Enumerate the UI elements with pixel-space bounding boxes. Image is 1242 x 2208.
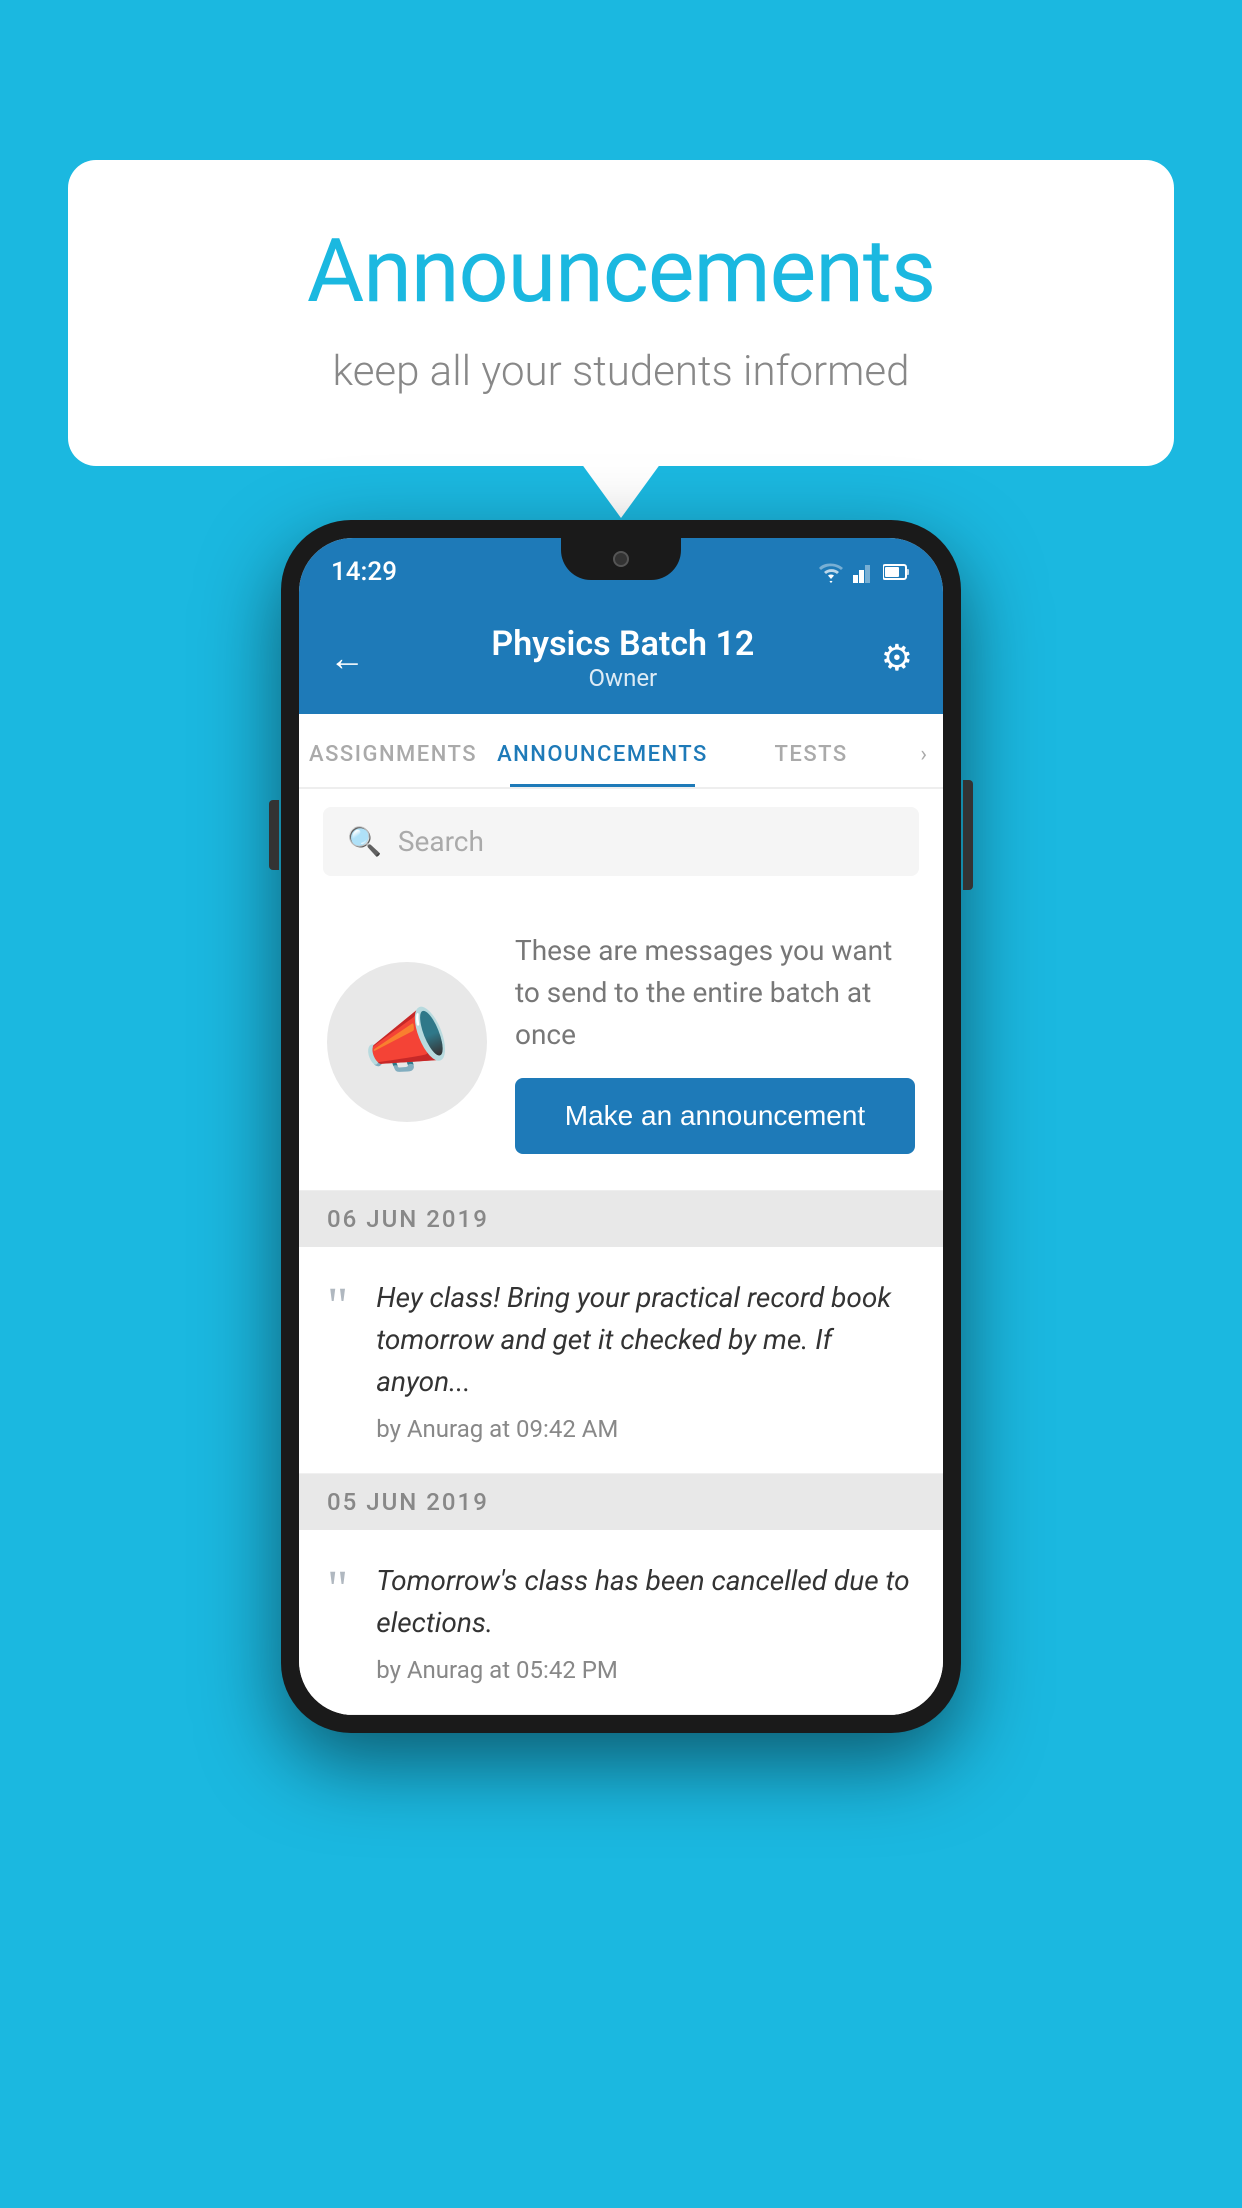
announcement-text-1: Hey class! Bring your practical record b… bbox=[376, 1277, 915, 1403]
make-announcement-button[interactable]: Make an announcement bbox=[515, 1078, 915, 1154]
notch-cutout bbox=[561, 538, 681, 580]
announcement-text-2: Tomorrow's class has been cancelled due … bbox=[376, 1560, 915, 1644]
date-label-2: 05 JUN 2019 bbox=[327, 1488, 489, 1516]
status-bar: 14:29 bbox=[299, 538, 943, 606]
bubble-title: Announcements bbox=[148, 220, 1094, 323]
announcement-content-2: Tomorrow's class has been cancelled due … bbox=[376, 1560, 915, 1684]
tab-assignments[interactable]: ASSIGNMENTS bbox=[299, 714, 487, 787]
settings-icon[interactable]: ⚙ bbox=[881, 637, 913, 679]
search-icon: 🔍 bbox=[347, 825, 382, 858]
announcement-item-2[interactable]: " Tomorrow's class has been cancelled du… bbox=[299, 1530, 943, 1715]
signal-icon bbox=[853, 561, 875, 583]
camera-dot bbox=[613, 551, 629, 567]
tab-tests[interactable]: TESTS bbox=[718, 714, 905, 787]
phone-screen: 14:29 bbox=[299, 538, 943, 1715]
megaphone-icon: 📣 bbox=[363, 1001, 450, 1083]
quote-icon-2: " bbox=[327, 1564, 348, 1616]
date-separator-2: 05 JUN 2019 bbox=[299, 1474, 943, 1530]
header-center: Physics Batch 12 Owner bbox=[491, 624, 754, 692]
battery-icon bbox=[883, 563, 911, 581]
status-time: 14:29 bbox=[331, 557, 397, 587]
tab-announcements[interactable]: ANNOUNCEMENTS bbox=[487, 714, 718, 787]
tabs-bar: ASSIGNMENTS ANNOUNCEMENTS TESTS › bbox=[299, 714, 943, 789]
search-placeholder: Search bbox=[398, 825, 484, 858]
phone-wrapper: 14:29 bbox=[281, 520, 961, 1733]
tab-more[interactable]: › bbox=[904, 714, 943, 787]
search-bar[interactable]: 🔍 Search bbox=[323, 807, 919, 876]
prompt-right: These are messages you want to send to t… bbox=[515, 930, 915, 1154]
speech-bubble-section: Announcements keep all your students inf… bbox=[68, 160, 1174, 466]
back-button[interactable]: ← bbox=[329, 637, 365, 679]
announcement-meta-1: by Anurag at 09:42 AM bbox=[376, 1415, 915, 1443]
quote-icon-1: " bbox=[327, 1281, 348, 1333]
batch-title: Physics Batch 12 bbox=[491, 624, 754, 664]
prompt-description: These are messages you want to send to t… bbox=[515, 930, 915, 1056]
announcement-content-1: Hey class! Bring your practical record b… bbox=[376, 1277, 915, 1443]
speech-bubble: Announcements keep all your students inf… bbox=[68, 160, 1174, 466]
search-container: 🔍 Search bbox=[299, 789, 943, 894]
app-header: ← Physics Batch 12 Owner ⚙ bbox=[299, 606, 943, 714]
announcement-prompt: 📣 These are messages you want to send to… bbox=[299, 894, 943, 1191]
date-separator-1: 06 JUN 2019 bbox=[299, 1191, 943, 1247]
announcement-item-1[interactable]: " Hey class! Bring your practical record… bbox=[299, 1247, 943, 1474]
bubble-subtitle: keep all your students informed bbox=[148, 347, 1094, 396]
wifi-icon bbox=[817, 561, 845, 583]
announcement-meta-2: by Anurag at 05:42 PM bbox=[376, 1656, 915, 1684]
batch-subtitle: Owner bbox=[491, 664, 754, 692]
phone-outer: 14:29 bbox=[281, 520, 961, 1733]
date-label-1: 06 JUN 2019 bbox=[327, 1205, 489, 1233]
status-icons bbox=[817, 561, 911, 583]
megaphone-circle: 📣 bbox=[327, 962, 487, 1122]
